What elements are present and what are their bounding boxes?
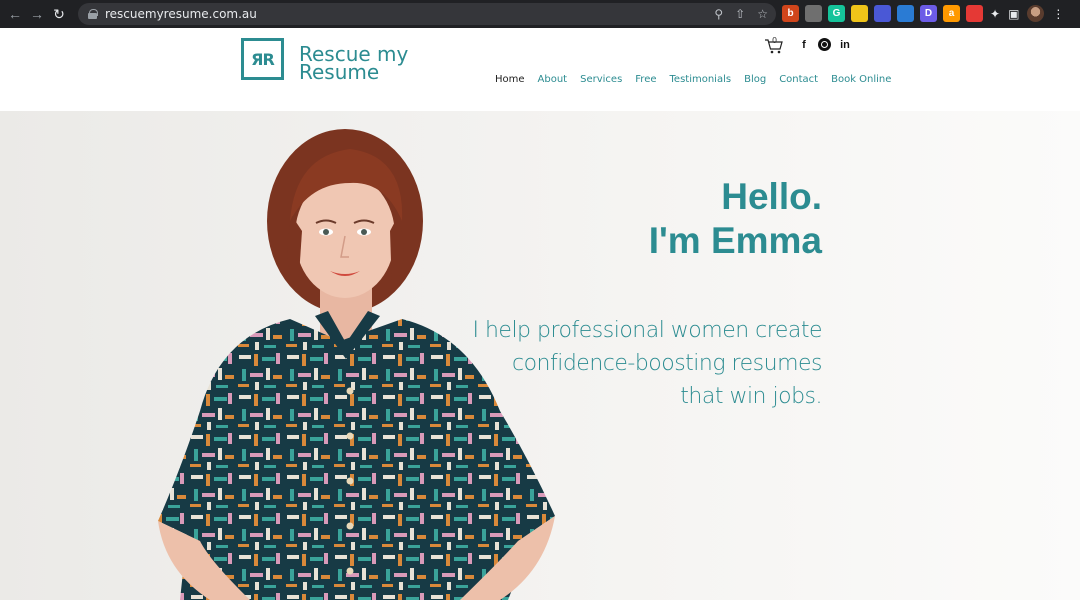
ext-grey-icon[interactable]: [805, 5, 822, 22]
nav-services[interactable]: Services: [580, 74, 622, 85]
hero-heading: Hello. I'm Emma: [649, 175, 822, 263]
nav-contact[interactable]: Contact: [779, 74, 818, 85]
puzzle-extensions-icon[interactable]: ✦: [990, 7, 1000, 21]
ext-d-icon[interactable]: D: [920, 5, 937, 22]
back-arrow-icon[interactable]: ←: [4, 3, 26, 25]
address-bar[interactable]: rescuemyresume.com.au ⚲ ⇧ ☆: [78, 3, 776, 25]
brand-name[interactable]: Rescue my Resume: [299, 44, 408, 82]
nav-book-online[interactable]: Book Online: [831, 74, 891, 85]
extensions-row: b G Da: [782, 5, 983, 22]
site-header: ЯR Rescue my Resume 0 f in Home About Se…: [0, 28, 1080, 111]
hero-greeting-line-1: Hello.: [721, 176, 822, 217]
url-text[interactable]: rescuemyresume.com.au: [105, 7, 257, 21]
bookmark-star-icon[interactable]: ☆: [757, 7, 768, 21]
ext-b-icon[interactable]: b: [782, 5, 799, 22]
forward-arrow-icon[interactable]: →: [26, 3, 48, 25]
hero-tagline-line-2: confidence-boosting resumes: [511, 351, 823, 376]
profile-avatar[interactable]: [1027, 5, 1045, 22]
cart-count[interactable]: 0: [772, 36, 777, 45]
instagram-icon[interactable]: [818, 38, 831, 51]
logo-monogram-text[interactable]: ЯR: [251, 50, 275, 69]
logo-monogram[interactable]: ЯR: [241, 38, 284, 80]
social-links: f in: [798, 38, 851, 51]
hero-greeting-line-2: I'm Emma: [648, 220, 822, 261]
hero-tagline-line-1: I help professional women create: [472, 318, 822, 343]
ext-amazon-icon[interactable]: a: [943, 5, 960, 22]
main-nav: Home About Services Free Testimonials Bl…: [495, 74, 891, 85]
nav-free[interactable]: Free: [635, 74, 656, 85]
nav-about[interactable]: About: [538, 74, 568, 85]
ext-grammarly-icon[interactable]: G: [828, 5, 845, 22]
facebook-icon[interactable]: f: [798, 39, 810, 51]
zoom-icon[interactable]: ⚲: [714, 7, 723, 21]
linkedin-icon[interactable]: in: [839, 39, 851, 51]
reload-icon[interactable]: ↻: [48, 3, 70, 25]
browser-toolbar: ← → ↻ rescuemyresume.com.au ⚲ ⇧ ☆ b G Da ✦…: [0, 0, 1080, 28]
nav-testimonials[interactable]: Testimonials: [670, 74, 732, 85]
ext-red-circle-icon[interactable]: [966, 5, 983, 22]
ext-map-icon[interactable]: [897, 5, 914, 22]
ext-blue-gear-icon[interactable]: [874, 5, 891, 22]
hero-tagline: I help professional women create confide…: [472, 314, 822, 413]
lock-icon[interactable]: [88, 9, 98, 19]
ext-yellow-icon[interactable]: [851, 5, 868, 22]
side-panel-icon[interactable]: ▣: [1008, 7, 1019, 21]
menu-kebab-icon[interactable]: ⋮: [1052, 7, 1064, 21]
hero-tagline-line-3: that win jobs.: [680, 384, 822, 409]
hero-section: Hello. I'm Emma I help professional wome…: [0, 111, 1080, 600]
nav-blog[interactable]: Blog: [744, 74, 766, 85]
share-icon[interactable]: ⇧: [735, 7, 745, 21]
nav-home[interactable]: Home: [495, 74, 525, 85]
